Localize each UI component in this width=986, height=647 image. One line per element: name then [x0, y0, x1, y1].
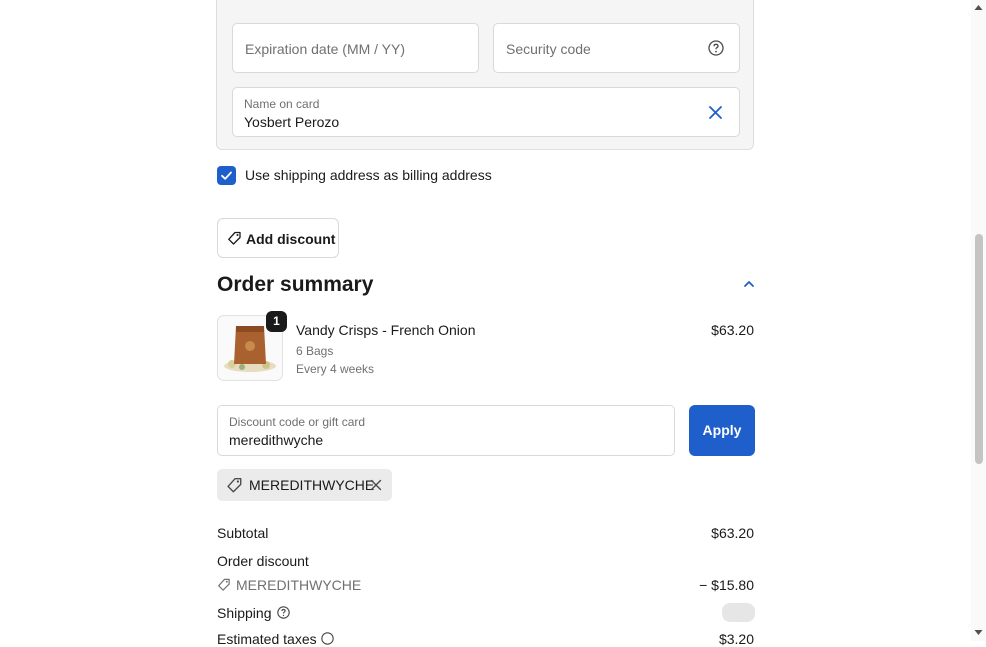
expiration-date-field[interactable]: Expiration date (MM / YY) [232, 23, 479, 73]
card-payment-panel: Expiration date (MM / YY) Security code … [216, 0, 754, 150]
scrollbar-thumb[interactable] [975, 234, 983, 464]
line-item-price: $63.20 [711, 322, 754, 338]
shipping-label: Shipping [217, 605, 272, 621]
chevron-up-icon[interactable] [743, 279, 755, 289]
quantity-badge: 1 [266, 311, 287, 332]
applied-discount-chip: MEREDITHWYCHE [217, 469, 392, 501]
order-discount-code: MEREDITHWYCHE [236, 577, 362, 593]
name-on-card-label: Name on card [244, 97, 320, 111]
use-shipping-label[interactable]: Use shipping address as billing address [245, 167, 492, 183]
name-on-card-value: Yosbert Perozo [244, 114, 340, 130]
security-code-placeholder: Security code [506, 41, 591, 57]
order-discount-value: − $15.80 [699, 577, 754, 593]
discount-code-input[interactable]: Discount code or gift card meredithwyche [217, 405, 675, 456]
line-item-variant: 6 Bags [296, 344, 334, 358]
expiration-date-placeholder: Expiration date (MM / YY) [245, 41, 406, 57]
subtotal-label: Subtotal [217, 525, 269, 541]
subtotal-value: $63.20 [711, 525, 754, 541]
tag-icon [228, 231, 241, 245]
tag-icon [227, 478, 242, 493]
scroll-down-arrow-icon[interactable] [974, 629, 983, 636]
shipping-value-placeholder [722, 603, 755, 622]
checkmark-icon [221, 171, 232, 180]
apply-button[interactable]: Apply [689, 405, 755, 456]
add-discount-button[interactable]: Add discount [217, 218, 339, 258]
name-on-card-field[interactable]: Name on card Yosbert Perozo [232, 87, 740, 137]
help-circle-icon[interactable] [708, 40, 724, 56]
security-code-field[interactable]: Security code [493, 23, 740, 73]
scroll-up-arrow-icon[interactable] [974, 4, 983, 11]
add-discount-label: Add discount [246, 231, 336, 247]
discount-code-value: meredithwyche [229, 432, 324, 448]
remove-x-icon[interactable] [370, 479, 382, 491]
line-item-frequency: Every 4 weeks [296, 362, 375, 376]
order-summary-title: Order summary [217, 273, 374, 296]
help-circle-icon[interactable] [321, 632, 334, 645]
estimated-taxes-value: $3.20 [718, 631, 754, 647]
discount-code-label: Discount code or gift card [229, 415, 366, 429]
applied-discount-code: MEREDITHWYCHE [249, 477, 375, 493]
line-item-name: Vandy Crisps - French Onion [296, 322, 476, 338]
estimated-taxes-label: Estimated taxes [217, 631, 317, 647]
order-discount-label: Order discount [217, 553, 309, 569]
line-item-details: Vandy Crisps - French Onion 6 Bags Every… [296, 322, 475, 376]
tag-icon [218, 578, 230, 591]
help-circle-icon[interactable] [277, 606, 290, 619]
clear-x-icon[interactable] [708, 105, 723, 120]
use-shipping-checkbox[interactable] [217, 166, 236, 185]
